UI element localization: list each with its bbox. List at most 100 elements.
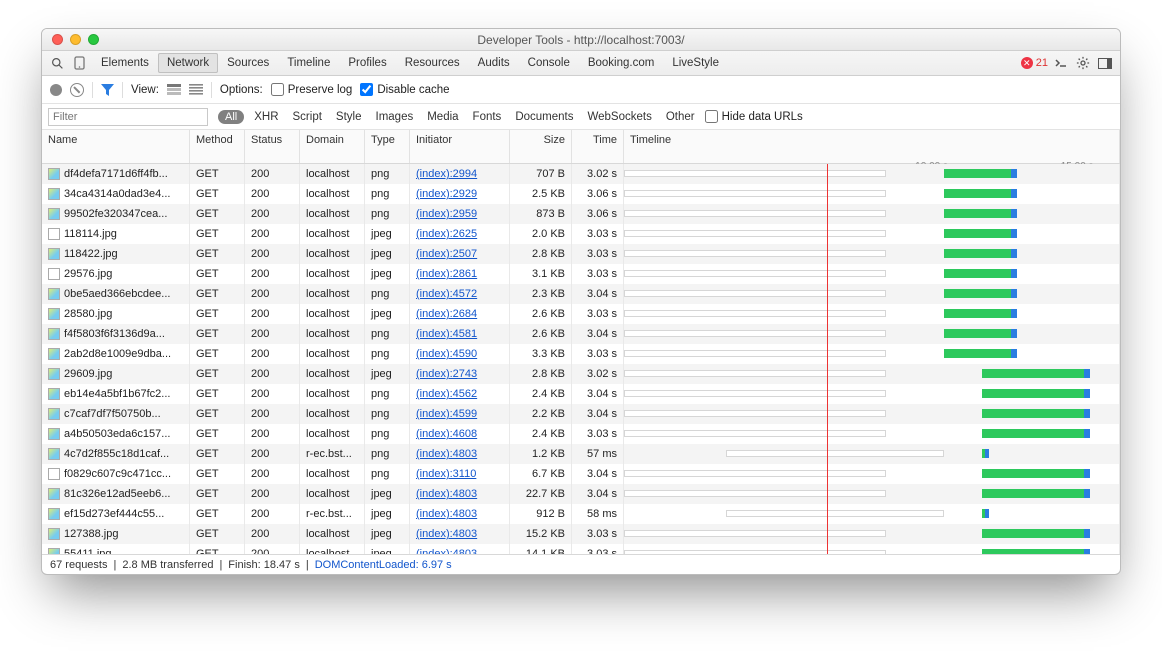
filter-type-xhr[interactable]: XHR [254,111,278,123]
col-initiator[interactable]: Initiator [410,130,510,163]
col-time[interactable]: Time [572,130,624,163]
initiator-link[interactable]: (index):4608 [416,428,477,440]
tab-profiles[interactable]: Profiles [339,53,395,73]
table-row[interactable]: 55411.jpgGET200localhostjpeg(index):4803… [42,544,1120,554]
col-type[interactable]: Type [365,130,410,163]
initiator-link[interactable]: (index):4572 [416,288,477,300]
cell-time: 3.04 s [572,284,624,304]
tab-audits[interactable]: Audits [469,53,519,73]
initiator-link[interactable]: (index):4581 [416,328,477,340]
cell-time: 58 ms [572,504,624,524]
table-row[interactable]: a4b50503eda6c157...GET200localhostpng(in… [42,424,1120,444]
search-icon[interactable] [48,54,66,72]
table-row[interactable]: 118114.jpgGET200localhostjpeg(index):262… [42,224,1120,244]
cell-status: 200 [245,524,300,544]
table-row[interactable]: 28580.jpgGET200localhostjpeg(index):2684… [42,304,1120,324]
table-row[interactable]: ef15d273ef444c55...GET200r-ec.bst...jpeg… [42,504,1120,524]
filter-all-pill[interactable]: All [218,110,244,124]
file-icon [48,448,60,460]
dock-icon[interactable] [1096,54,1114,72]
cell-initiator: (index):4599 [410,404,510,424]
initiator-link[interactable]: (index):2861 [416,268,477,280]
filter-toggle-icon[interactable] [101,84,114,96]
table-row[interactable]: 34ca4314a0dad3e4...GET200localhostpng(in… [42,184,1120,204]
table-row[interactable]: 99502fe320347cea...GET200localhostpng(in… [42,204,1120,224]
filter-type-websockets[interactable]: WebSockets [587,111,651,123]
preserve-log-checkbox[interactable]: Preserve log [271,83,353,96]
filter-type-style[interactable]: Style [336,111,362,123]
table-row[interactable]: c7caf7df7f50750b...GET200localhostpng(in… [42,404,1120,424]
cell-name: 29609.jpg [42,364,190,384]
initiator-link[interactable]: (index):2684 [416,308,477,320]
filter-type-other[interactable]: Other [666,111,695,123]
filter-type-images[interactable]: Images [376,111,414,123]
console-drawer-icon[interactable] [1052,54,1070,72]
tab-booking-com[interactable]: Booking.com [579,53,663,73]
initiator-link[interactable]: (index):2959 [416,208,477,220]
col-domain[interactable]: Domain [300,130,365,163]
initiator-link[interactable]: (index):3110 [416,468,476,480]
filter-type-fonts[interactable]: Fonts [473,111,502,123]
tab-timeline[interactable]: Timeline [278,53,339,73]
filter-type-script[interactable]: Script [293,111,322,123]
table-row[interactable]: f4f5803f6f3136d9a...GET200localhostpng(i… [42,324,1120,344]
filter-type-documents[interactable]: Documents [515,111,573,123]
initiator-link[interactable]: (index):2625 [416,228,477,240]
cell-time: 3.04 s [572,384,624,404]
initiator-link[interactable]: (index):4562 [416,388,477,400]
tab-sources[interactable]: Sources [218,53,278,73]
dcl-marker-line [827,204,828,224]
col-size[interactable]: Size [510,130,572,163]
table-row[interactable]: 127388.jpgGET200localhostjpeg(index):480… [42,524,1120,544]
table-row[interactable]: eb14e4a5bf1b67fc2...GET200localhostpng(i… [42,384,1120,404]
table-row[interactable]: 0be5aed366ebcdee...GET200localhostpng(in… [42,284,1120,304]
col-status[interactable]: Status [245,130,300,163]
initiator-link[interactable]: (index):2507 [416,248,477,260]
file-name: 55411.jpg [64,548,112,554]
initiator-link[interactable]: (index):2994 [416,168,477,180]
clear-button[interactable] [70,83,84,97]
table-row[interactable]: 118422.jpgGET200localhostjpeg(index):250… [42,244,1120,264]
error-count-badge[interactable]: ✕ 21 [1021,57,1048,69]
hide-data-urls-checkbox[interactable]: Hide data URLs [705,110,803,123]
col-name[interactable]: Name [42,130,190,163]
record-button[interactable] [50,84,62,96]
table-row[interactable]: df4defa7171d6ff4fb...GET200localhostpng(… [42,164,1120,184]
cell-size: 873 B [510,204,572,224]
window-title: Developer Tools - http://localhost:7003/ [42,33,1120,47]
initiator-link[interactable]: (index):4599 [416,408,477,420]
table-row[interactable]: 81c326e12ad5eeb6...GET200localhostjpeg(i… [42,484,1120,504]
initiator-link[interactable]: (index):4803 [416,448,477,460]
initiator-link[interactable]: (index):4803 [416,488,477,500]
table-row[interactable]: 2ab2d8e1009e9dba...GET200localhostpng(in… [42,344,1120,364]
tab-network[interactable]: Network [158,53,218,73]
large-rows-icon[interactable] [167,84,181,95]
initiator-link[interactable]: (index):4803 [416,508,477,520]
cell-status: 200 [245,324,300,344]
table-row[interactable]: 4c7d2f855c18d1caf...GET200r-ec.bst...png… [42,444,1120,464]
cell-initiator: (index):2861 [410,264,510,284]
tab-resources[interactable]: Resources [396,53,469,73]
small-rows-icon[interactable] [189,84,203,95]
settings-gear-icon[interactable] [1074,54,1092,72]
col-method[interactable]: Method [190,130,245,163]
cell-initiator: (index):2994 [410,164,510,184]
table-row[interactable]: 29609.jpgGET200localhostjpeg(index):2743… [42,364,1120,384]
initiator-link[interactable]: (index):2929 [416,188,477,200]
filter-type-media[interactable]: Media [427,111,458,123]
table-row[interactable]: 29576.jpgGET200localhostjpeg(index):2861… [42,264,1120,284]
tab-livestyle[interactable]: LiveStyle [663,53,728,73]
device-icon[interactable] [70,54,88,72]
col-timeline[interactable]: Timeline 10.00 s 15.00 s [624,130,1120,163]
cell-initiator: (index):2684 [410,304,510,324]
initiator-link[interactable]: (index):4803 [416,548,477,554]
tab-console[interactable]: Console [519,53,579,73]
disable-cache-checkbox[interactable]: Disable cache [360,83,449,96]
filter-input[interactable] [48,108,208,126]
initiator-link[interactable]: (index):4803 [416,528,477,540]
table-row[interactable]: f0829c607c9c471cc...GET200localhostpng(i… [42,464,1120,484]
tab-elements[interactable]: Elements [92,53,158,73]
initiator-link[interactable]: (index):2743 [416,368,477,380]
initiator-link[interactable]: (index):4590 [416,348,477,360]
cell-initiator: (index):2507 [410,244,510,264]
